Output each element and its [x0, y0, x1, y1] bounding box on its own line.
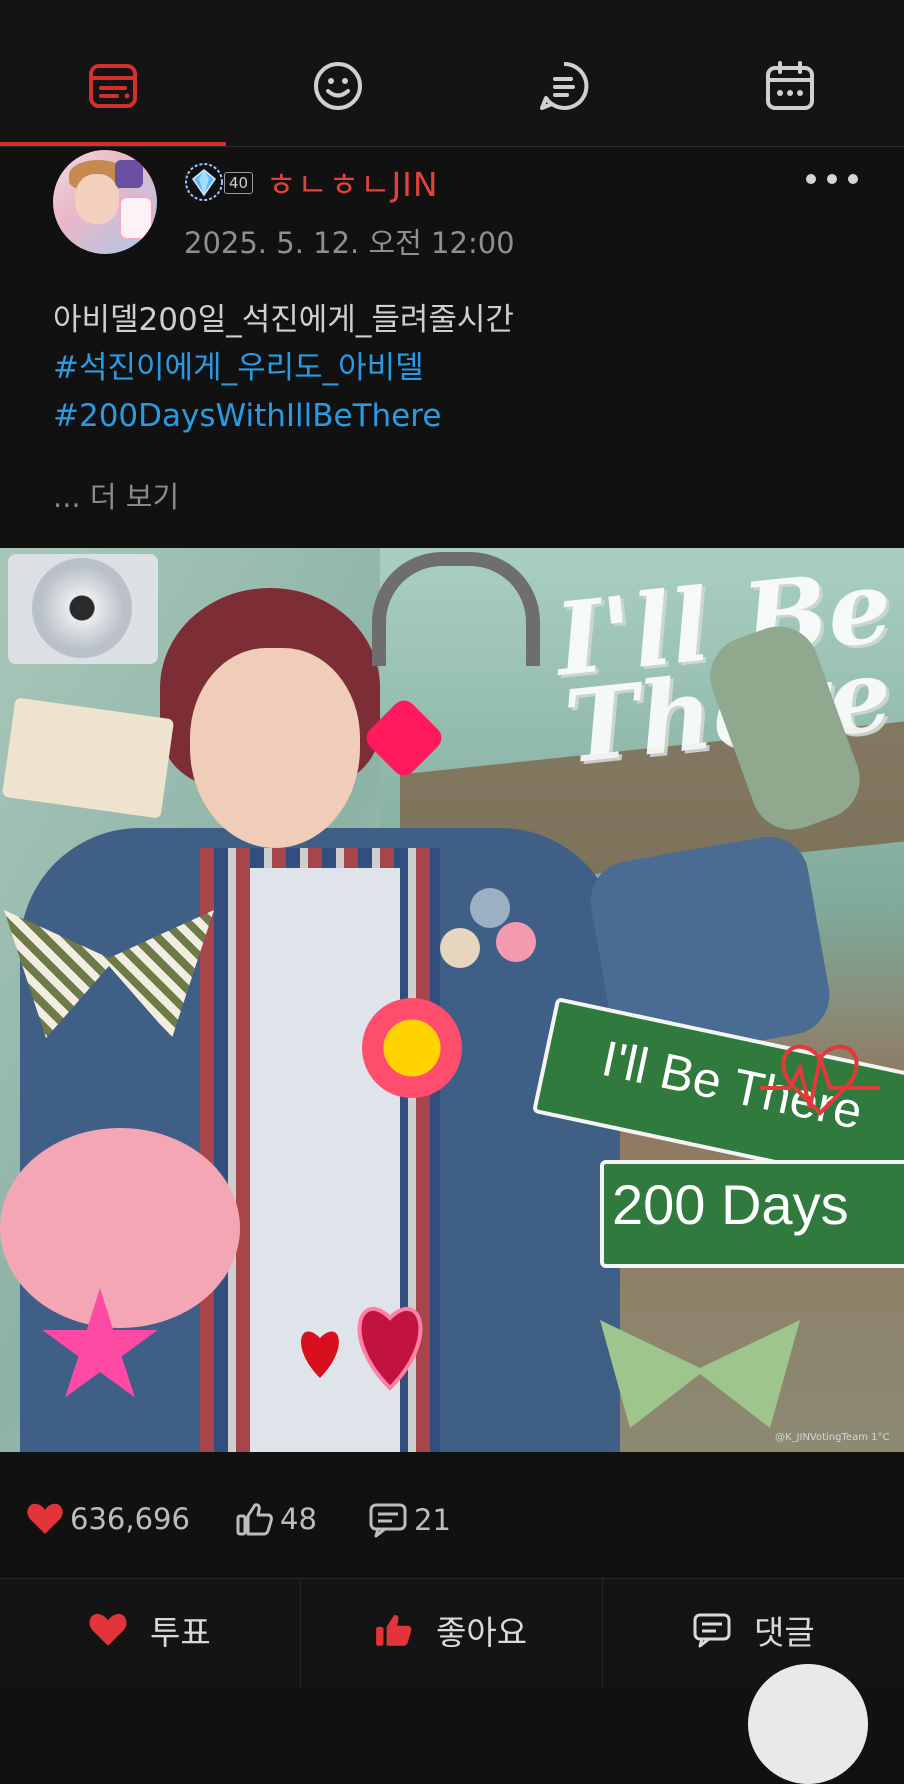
dot-icon	[848, 174, 858, 184]
level-badge: 40	[224, 172, 254, 194]
buttons-sticker	[440, 888, 540, 968]
comment-icon	[369, 1503, 407, 1538]
smiley-flower-sticker	[362, 998, 462, 1098]
smiley-icon	[314, 62, 362, 110]
like-count: 48	[236, 1502, 317, 1536]
vote-button[interactable]: 투표	[88, 1606, 211, 1654]
heart-icon	[89, 1613, 127, 1646]
standing-person-cutout	[440, 1108, 610, 1452]
hashtag-link[interactable]: #석진이에게_우리도_아비델	[53, 344, 514, 392]
top-tab-bar	[0, 0, 904, 148]
diamond-level-icon	[185, 163, 223, 201]
avatar-face	[75, 174, 119, 224]
tab-feed[interactable]	[83, 56, 143, 116]
calendar-icon	[766, 61, 814, 110]
like-button-label: 좋아요	[436, 1613, 528, 1652]
headphones-sticker	[372, 552, 540, 666]
avatar-sticker	[115, 160, 143, 188]
image-watermark: @K_JINVotingTeam 1°C	[775, 1432, 890, 1443]
floating-action-button[interactable]	[748, 1664, 868, 1784]
list-bubble-icon	[540, 61, 589, 110]
author-username[interactable]: ㅎㄴㅎㄴJIN	[266, 158, 439, 206]
dot-icon	[827, 174, 837, 184]
avatar-inset-photo	[119, 196, 153, 240]
comment-count: 21	[368, 1502, 451, 1538]
comment-count-value: 21	[414, 1503, 451, 1537]
thumbs-up-icon	[376, 1614, 412, 1646]
post-body: 아비델200일_석진에게_들려줄시간 #석진이에게_우리도_아비델 #200Da…	[53, 296, 514, 440]
more-options-button[interactable]	[806, 164, 858, 194]
vote-count-value: 636,696	[70, 1502, 190, 1536]
vote-count: 636,696	[26, 1502, 190, 1536]
comment-icon	[693, 1613, 731, 1648]
tab-calendar[interactable]	[760, 56, 820, 116]
author-avatar[interactable]	[53, 150, 157, 254]
post-timestamp: 2025. 5. 12. 오전 12:00	[184, 226, 515, 260]
cassette-sticker	[1, 697, 175, 819]
cd-sticker	[8, 554, 158, 664]
tulip-bouquet-sticker	[0, 1128, 240, 1328]
post-text-line: 아비델200일_석진에게_들려줄시간	[53, 302, 514, 338]
sign-text-days: 200 Days	[612, 1173, 849, 1236]
tab-posts[interactable]	[534, 56, 594, 116]
divider	[0, 146, 904, 147]
image-person-face	[190, 648, 360, 848]
divider	[300, 1578, 301, 1688]
vote-button-label: 투표	[150, 1613, 211, 1652]
comment-button[interactable]: 댓글	[692, 1606, 815, 1654]
heart-icon	[27, 1503, 63, 1534]
thumbs-up-icon	[236, 1503, 273, 1536]
hashtag-link[interactable]: #200DaysWithIllBeThere	[53, 392, 514, 440]
post-image[interactable]: I'll Be There I'll Be There 200 Days @K_…	[0, 548, 904, 1452]
divider	[602, 1578, 603, 1688]
hearts-sticker	[301, 1307, 423, 1391]
dot-icon	[806, 174, 816, 184]
tab-emoji[interactable]	[308, 56, 368, 116]
heartbeat-heart-icon	[760, 1044, 880, 1116]
feed-icon	[89, 64, 137, 108]
comment-button-label: 댓글	[754, 1613, 815, 1652]
like-count-value: 48	[280, 1502, 317, 1536]
see-more-link[interactable]: ... 더 보기	[53, 474, 179, 516]
like-button[interactable]: 좋아요	[374, 1606, 527, 1654]
